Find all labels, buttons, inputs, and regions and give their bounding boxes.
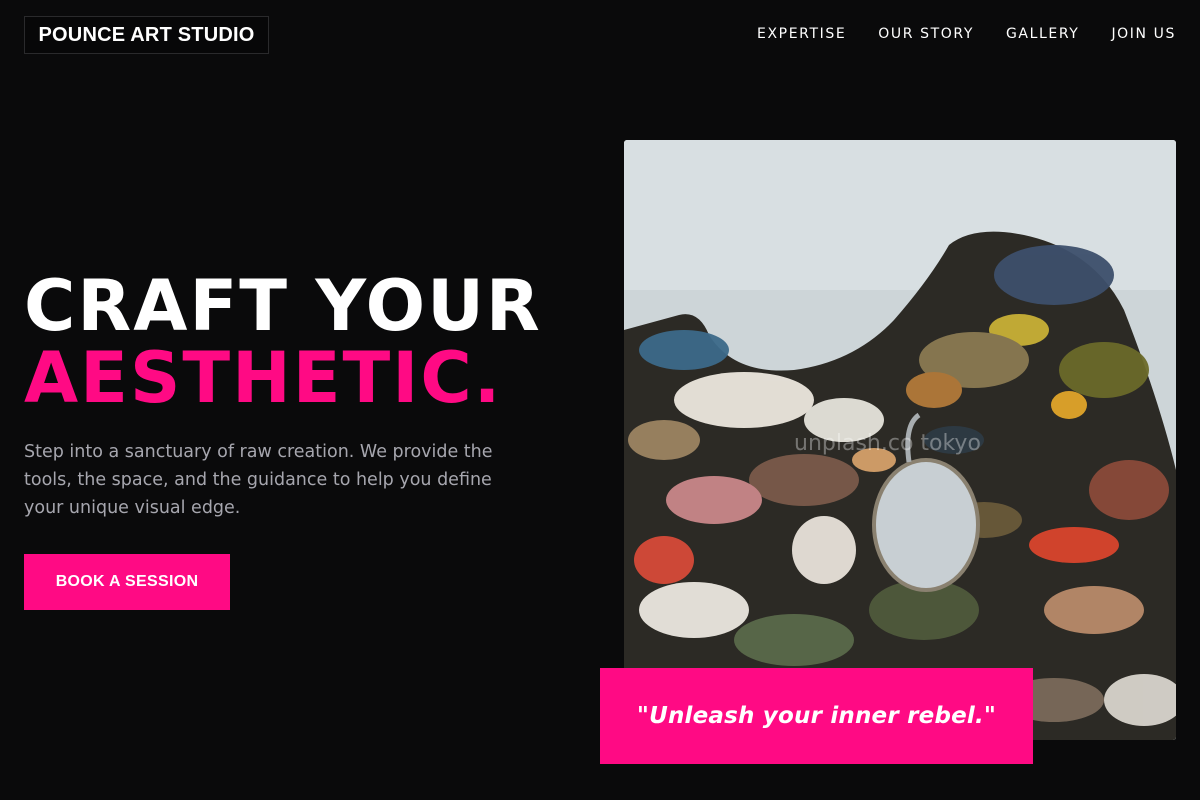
palette-illustration: unplash.co tokyo <box>624 140 1176 740</box>
headline-line-1: CRAFT YOUR <box>24 265 542 347</box>
book-session-button[interactable]: BOOK A SESSION <box>24 554 230 610</box>
brand-logo[interactable]: POUNCE ART STUDIO <box>24 16 269 54</box>
nav-link-our-story[interactable]: OUR STORY <box>878 25 974 43</box>
main-nav: EXPERTISE OUR STORY GALLERY JOIN US <box>757 25 1176 43</box>
hero-headline: CRAFT YOUR AESTHETIC. <box>24 270 542 414</box>
hero-description: Step into a sanctuary of raw creation. W… <box>24 442 493 518</box>
headline-line-2: AESTHETIC. <box>24 337 503 419</box>
nav-link-expertise[interactable]: EXPERTISE <box>757 25 846 43</box>
image-watermark: unplash.co tokyo <box>794 431 981 456</box>
nav-link-join-us[interactable]: JOIN US <box>1111 25 1176 43</box>
hero-image: unplash.co tokyo <box>624 140 1176 740</box>
nav-link-gallery[interactable]: GALLERY <box>1006 25 1079 43</box>
quote-card: "Unleash your inner rebel." <box>600 668 1033 764</box>
quote-text: "Unleash your inner rebel." <box>636 703 997 729</box>
